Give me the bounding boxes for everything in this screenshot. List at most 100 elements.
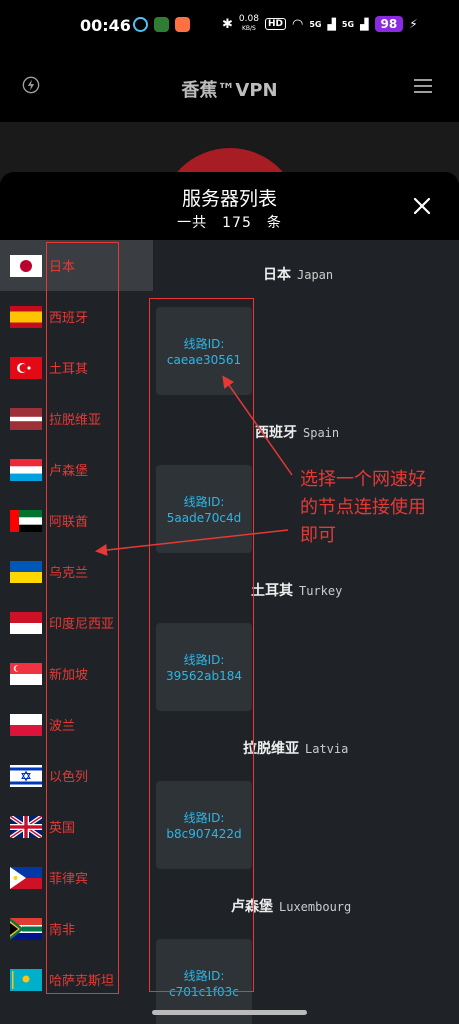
node-label: 线路ID: — [183, 653, 225, 667]
country-item-ph[interactable]: 菲律宾 — [0, 852, 153, 903]
country-name: 英国 — [49, 821, 76, 836]
sheet-content: 日本 西班牙 土耳其 拉脱维亚 卢森堡 阿联酋 乌克兰 印度尼西亚 新加坡 波兰 以色列 英国 菲律宾南… — [0, 240, 459, 1024]
jp-flag-icon — [10, 254, 42, 277]
country-name: 菲律宾 — [49, 872, 89, 887]
node-label: 线路ID: — [183, 495, 225, 509]
country-list: 日本西班牙土耳其拉脱维亚卢森堡阿联酋乌克兰印度尼西亚新加坡波兰以色列英国菲律宾南… — [0, 240, 153, 1024]
country-name: 波兰 — [49, 719, 76, 734]
country-name: 新加坡 — [49, 668, 89, 683]
country-name: 土耳其 — [49, 362, 89, 377]
node-label: 线路ID: — [183, 337, 225, 351]
region-heading: 拉脱维亚 Latvia — [153, 738, 459, 758]
hd-badge: HD — [264, 18, 286, 30]
node-label: 线路ID: — [183, 811, 225, 825]
region-name-cn: 西班牙 — [255, 425, 297, 441]
tr-flag-icon — [10, 356, 42, 379]
network-speed: 0.08 KB/S — [239, 15, 259, 33]
region-name-en: Japan — [297, 268, 334, 282]
country-item-tr[interactable]: 土耳其 — [0, 342, 153, 393]
status-time: 00:46 — [80, 16, 131, 35]
region-name-en: Latvia — [305, 742, 349, 756]
country-item-lv[interactable]: 拉脱维亚 — [0, 393, 153, 444]
node-card[interactable]: 线路ID: b8c907422d — [156, 781, 252, 869]
app-notification-icon — [154, 17, 169, 32]
kz-flag-icon — [10, 968, 42, 991]
gb-flag-icon — [10, 815, 42, 838]
node-list: 日本 Japan 线路ID: caeae30561 西班牙 Spain 线路ID: 5aade… — [153, 240, 459, 1024]
speed-unit: KB/S — [241, 25, 256, 32]
annotation-line: 选择一个网速好 — [300, 469, 426, 490]
country-item-es[interactable]: 西班牙 — [0, 291, 153, 342]
node-id: c701c1f03c — [169, 985, 239, 999]
country-name: 拉脱维亚 — [49, 413, 102, 428]
ph-flag-icon — [10, 866, 42, 889]
close-icon[interactable] — [410, 194, 434, 218]
annotation-line: 即可 — [300, 525, 336, 546]
region-name-en: Luxembourg — [279, 900, 352, 914]
country-item-ua[interactable]: 乌克兰 — [0, 546, 153, 597]
country-item-il[interactable]: 以色列 — [0, 750, 153, 801]
node-id: caeae30561 — [166, 353, 242, 367]
country-item-sg[interactable]: 新加坡 — [0, 648, 153, 699]
country-name: 印度尼西亚 — [49, 617, 115, 632]
za-flag-icon — [10, 917, 42, 940]
net-5g-label-2: 5G — [341, 19, 355, 29]
ae-flag-icon — [10, 509, 42, 532]
country-item-kz[interactable]: 哈萨克斯坦 — [0, 954, 153, 1005]
lv-flag-icon — [10, 407, 42, 430]
status-app-icons — [133, 17, 190, 32]
region-heading: 土耳其 Turkey — [153, 580, 459, 600]
country-name: 卢森堡 — [49, 464, 89, 479]
node-card[interactable]: 线路ID: caeae30561 — [156, 307, 252, 395]
region-name-cn: 日本 — [263, 267, 291, 283]
net-5g-label-1: 5G — [309, 19, 322, 29]
country-name: 阿联酋 — [49, 515, 89, 530]
wifi-icon: ◠ — [291, 16, 304, 32]
app-notification-icon — [133, 17, 148, 32]
node-id: 5aade70c4d — [166, 511, 242, 525]
hamburger-menu-icon[interactable] — [414, 78, 432, 94]
region-heading: 卢森堡 Luxembourg — [153, 896, 459, 916]
country-name: 西班牙 — [49, 311, 89, 326]
ua-flag-icon — [10, 560, 42, 583]
pl-flag-icon — [10, 713, 42, 736]
node-id: 39562ab184 — [165, 669, 243, 683]
region-name-cn: 拉脱维亚 — [243, 741, 299, 757]
region-name-en: Turkey — [299, 584, 343, 598]
signal-icon: ▟ — [360, 17, 369, 31]
country-item-id[interactable]: 印度尼西亚 — [0, 597, 153, 648]
server-count: 一共 175 条 — [177, 215, 282, 231]
country-item-lu[interactable]: 卢森堡 — [0, 444, 153, 495]
country-name: 哈萨克斯坦 — [49, 974, 115, 989]
country-name: 南非 — [49, 923, 76, 938]
sheet-title: 服务器列表 — [181, 188, 277, 210]
charging-icon: ⚡ — [409, 17, 418, 31]
app-notification-icon — [175, 17, 190, 32]
node-id: b8c907422d — [166, 827, 242, 841]
signal-icon: ▟ — [327, 17, 336, 31]
country-item-ae[interactable]: 阿联酋 — [0, 495, 153, 546]
server-list-sheet: 服务器列表 一共 175 条 日本 西班牙 土耳其 拉脱维亚 卢森堡 阿联酋 乌克兰 印度尼西… — [0, 172, 459, 1024]
country-name: 以色列 — [49, 770, 89, 785]
speed-value: 0.08 — [238, 14, 259, 24]
country-item-gb[interactable]: 英国 — [0, 801, 153, 852]
gesture-navigation-bar[interactable] — [152, 1010, 307, 1015]
country-item-za[interactable]: 南非 — [0, 903, 153, 954]
node-card[interactable]: 线路ID: 39562ab184 — [156, 623, 252, 711]
node-card[interactable]: 线路ID: 5aade70c4d — [156, 465, 252, 553]
region-name-cn: 卢森堡 — [231, 899, 273, 915]
il-flag-icon — [10, 764, 42, 787]
country-item-jp[interactable]: 日本 — [0, 240, 153, 291]
region-name-cn: 土耳其 — [251, 583, 293, 599]
annotation-line: 的节点连接使用 — [300, 497, 426, 518]
sheet-header: 服务器列表 一共 175 条 — [0, 172, 459, 240]
lu-flag-icon — [10, 458, 42, 481]
battery-level: 98 — [374, 16, 404, 32]
node-label: 线路ID: — [183, 969, 225, 983]
status-right-group: ✱ 0.08 KB/S HD ◠ 5G ▟ 5G ▟ 98 ⚡ — [222, 15, 418, 33]
bluetooth-icon: ✱ — [222, 16, 233, 32]
annotation-text: 选择一个网速好 的节点连接使用 即可 — [300, 466, 459, 550]
region-heading: 日本 Japan — [153, 264, 459, 284]
country-item-pl[interactable]: 波兰 — [0, 699, 153, 750]
region-heading: 西班牙 Spain — [153, 422, 459, 442]
